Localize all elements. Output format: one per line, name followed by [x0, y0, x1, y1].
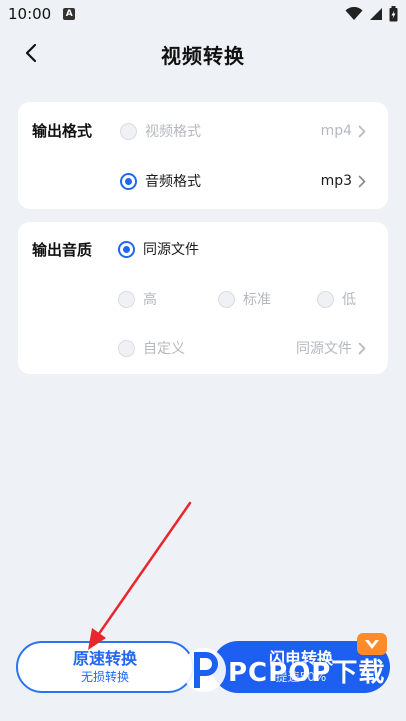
chevron-right-icon — [358, 125, 366, 137]
radio-quality-standard[interactable] — [218, 290, 235, 308]
format-option-audio-value-group: mp3 — [321, 173, 366, 189]
chevron-right-icon — [358, 175, 366, 187]
format-option-video-value: mp4 — [320, 123, 352, 139]
quality-option-source-label: 同源文件 — [143, 242, 199, 258]
quality-option-standard-label: 标准 — [243, 292, 271, 308]
original-speed-convert-subtitle: 无损转换 — [80, 670, 129, 684]
radio-quality-low[interactable] — [317, 290, 334, 308]
format-option-video-value-group: mp4 — [321, 123, 366, 139]
nav-bar: 视频转换 — [0, 28, 406, 80]
original-speed-convert-title: 原速转换 — [72, 649, 137, 668]
radio-video-format[interactable] — [120, 122, 137, 140]
radio-source-file[interactable] — [118, 240, 135, 258]
status-time: 10:00 — [8, 5, 52, 23]
quality-levels-row: 高 标准 低 — [118, 287, 366, 311]
format-option-audio-label: 音频格式 — [145, 174, 201, 190]
status-icons — [345, 6, 398, 22]
notification-a-icon: A — [63, 8, 76, 20]
flash-convert-title: 闪电转换 — [268, 649, 333, 668]
radio-quality-custom[interactable] — [118, 339, 135, 357]
quality-option-custom-value-group: 同源文件 — [296, 338, 366, 358]
quality-option-custom-label: 自定义 — [143, 341, 185, 357]
original-speed-convert-button[interactable]: 原速转换 无损转换 — [16, 641, 194, 693]
quality-option-source[interactable]: 同源文件 — [118, 237, 366, 261]
signal-icon — [370, 8, 382, 20]
quality-option-custom[interactable]: 自定义 同源文件 — [118, 336, 366, 360]
output-format-card: 输出格式 视频格式 mp4 音频格式 mp3 — [18, 102, 388, 209]
radio-audio-format[interactable] — [120, 172, 137, 190]
format-option-audio-value: mp3 — [320, 173, 352, 189]
battery-icon — [389, 6, 398, 22]
quality-option-low-label: 低 — [342, 292, 356, 308]
chevron-right-icon — [358, 342, 366, 354]
format-option-video[interactable]: 视频格式 mp4 — [120, 119, 366, 143]
flash-convert-subtitle: 提速50% — [275, 670, 327, 684]
quality-option-custom-value: 同源文件 — [296, 341, 352, 357]
chevron-left-icon — [25, 43, 37, 63]
back-button[interactable] — [16, 38, 46, 68]
output-quality-label: 输出音质 — [32, 241, 93, 259]
status-bar: 10:00 A — [0, 0, 406, 28]
wifi-icon — [345, 7, 363, 20]
format-option-video-label: 视频格式 — [145, 124, 201, 140]
output-quality-card: 输出音质 同源文件 高 标准 低 自定义 同源文件 — [18, 222, 388, 374]
quality-option-standard[interactable]: 标准 — [218, 289, 317, 309]
quality-option-high-label: 高 — [143, 292, 157, 308]
page-title: 视频转换 — [161, 43, 245, 68]
quality-option-low[interactable]: 低 — [317, 289, 356, 309]
quality-option-high[interactable]: 高 — [118, 289, 218, 309]
output-format-label: 输出格式 — [32, 122, 93, 140]
radio-quality-high[interactable] — [118, 290, 135, 308]
format-option-audio[interactable]: 音频格式 mp3 — [120, 169, 366, 193]
vip-crown-icon — [357, 633, 387, 655]
